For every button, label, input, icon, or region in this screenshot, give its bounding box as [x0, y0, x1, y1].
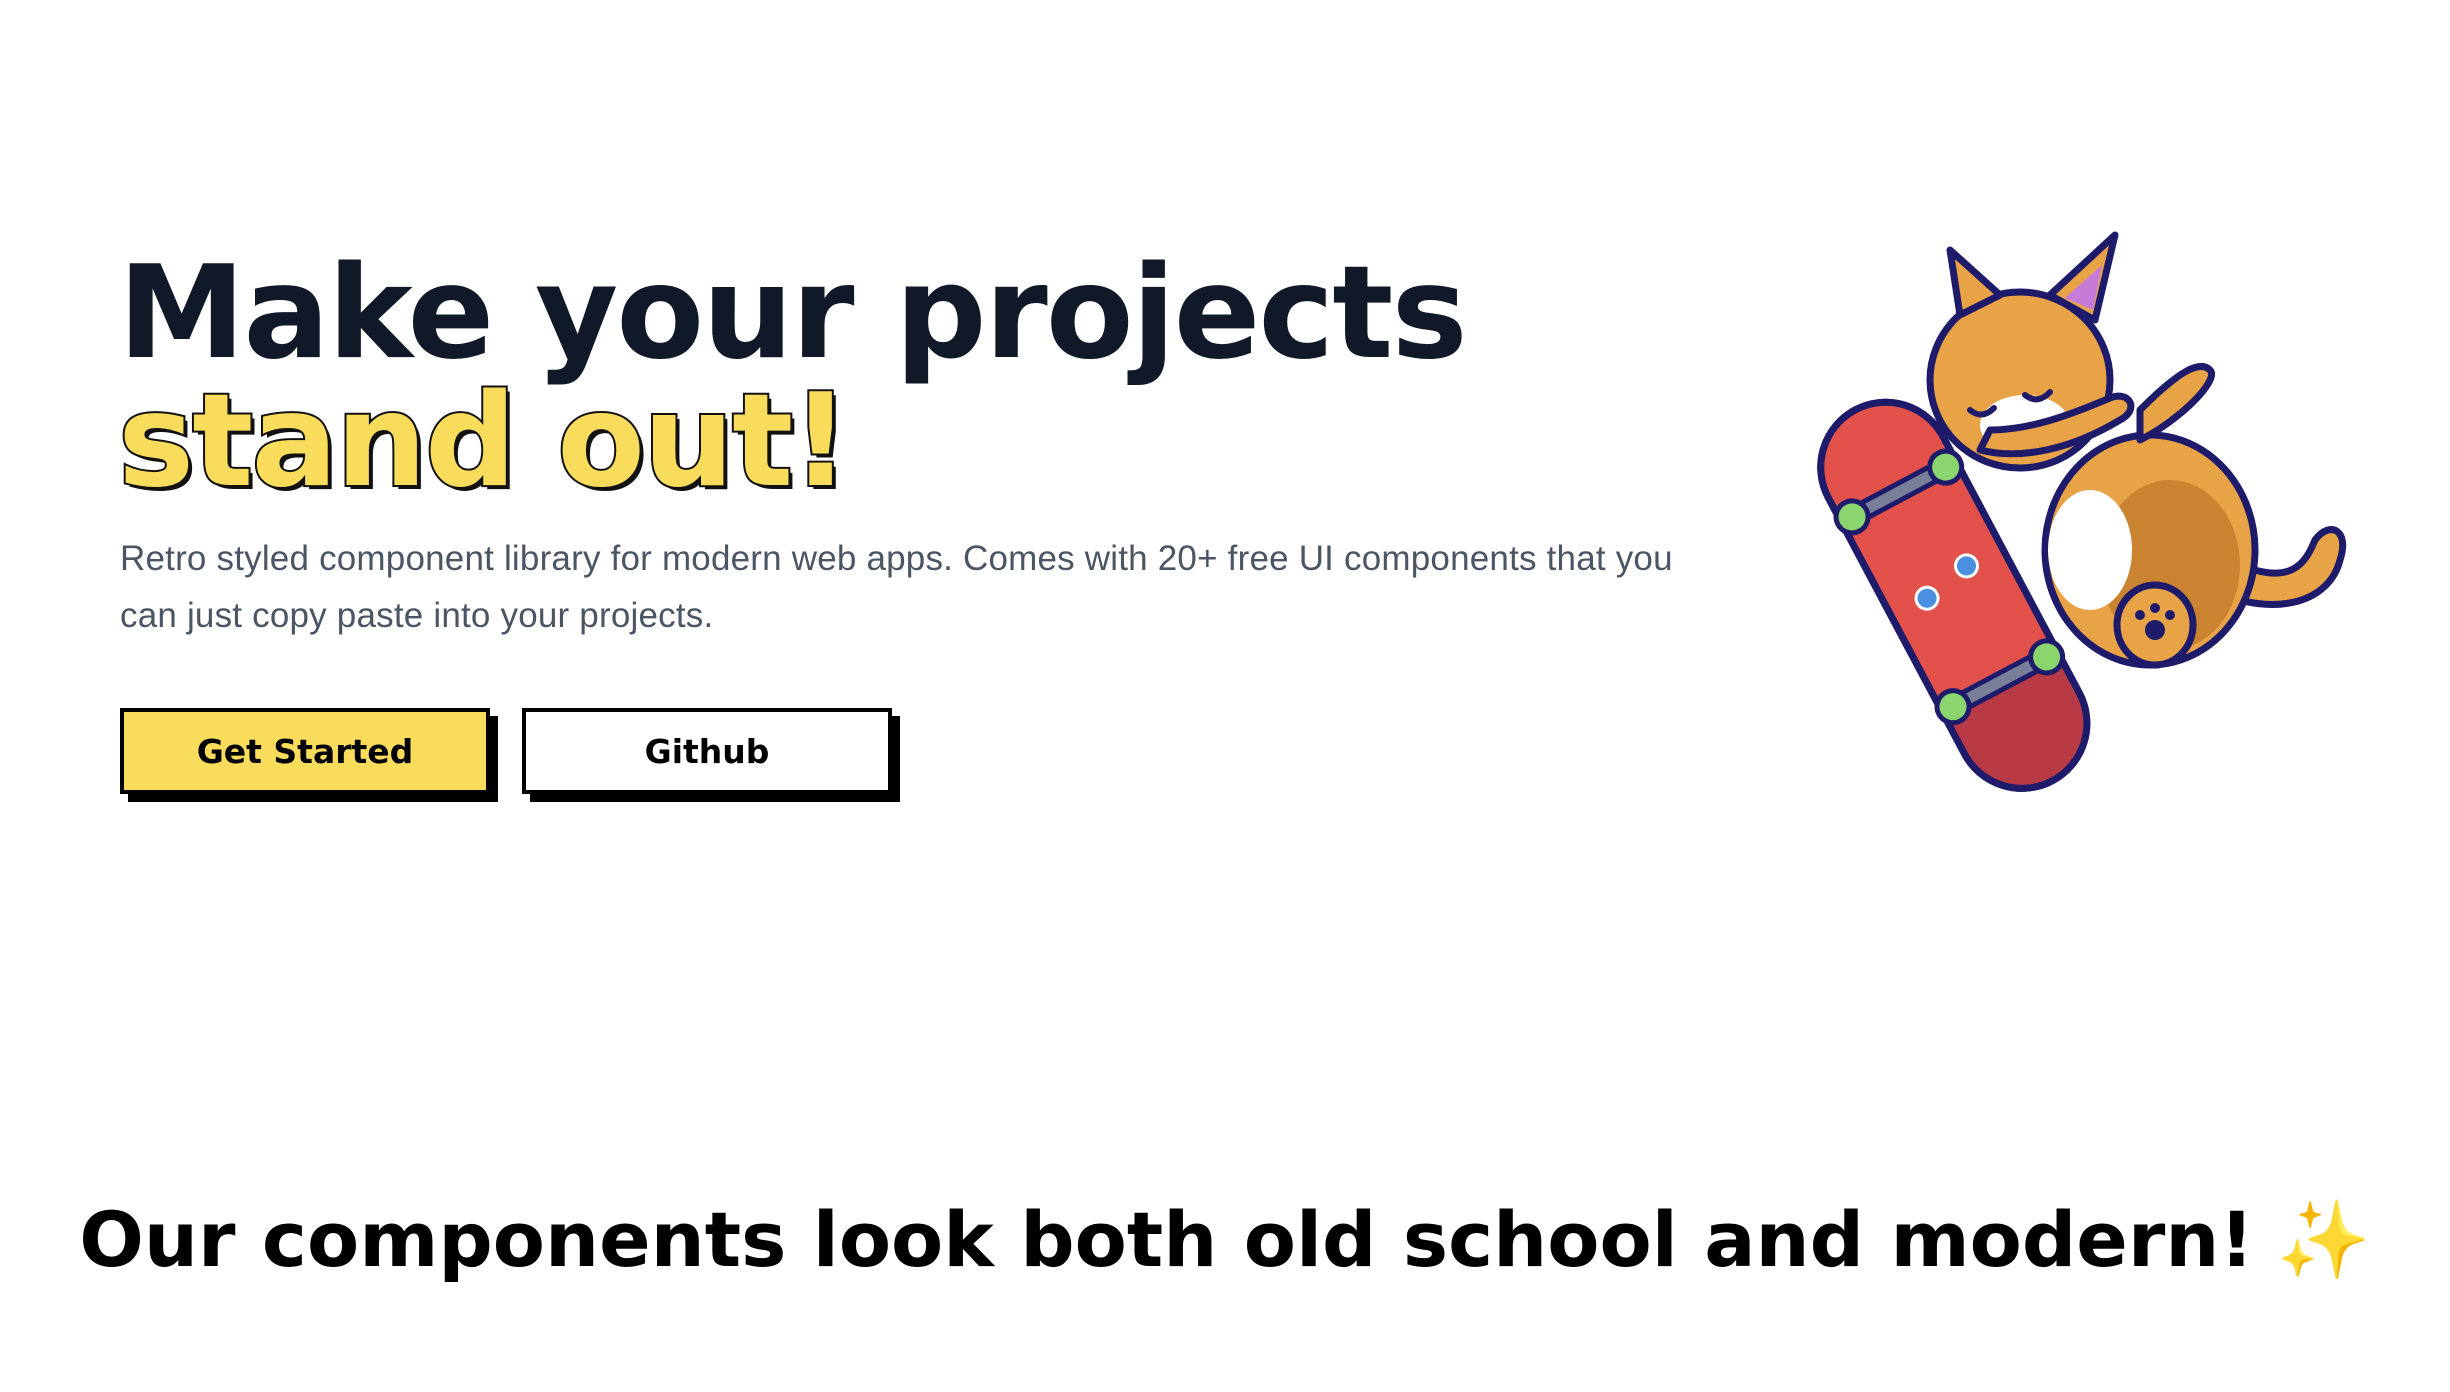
tagline-text: Our components look both old school and … — [79, 1195, 2255, 1284]
hero-description: Retro styled component library for moder… — [120, 539, 1673, 635]
hero-section: Make your projects stand out! Retro styl… — [0, 0, 2450, 1000]
skateboarding-cat-illustration — [1810, 220, 2370, 840]
hero-headline-accent: stand out! — [116, 367, 852, 516]
hero-headline: Make your projects — [118, 239, 1468, 388]
features-tagline: Our components look both old school and … — [0, 1195, 2450, 1285]
sparkles-icon: ✨ — [2276, 1195, 2371, 1284]
github-button[interactable]: Github — [522, 708, 892, 794]
get-started-button[interactable]: Get Started — [120, 708, 490, 794]
